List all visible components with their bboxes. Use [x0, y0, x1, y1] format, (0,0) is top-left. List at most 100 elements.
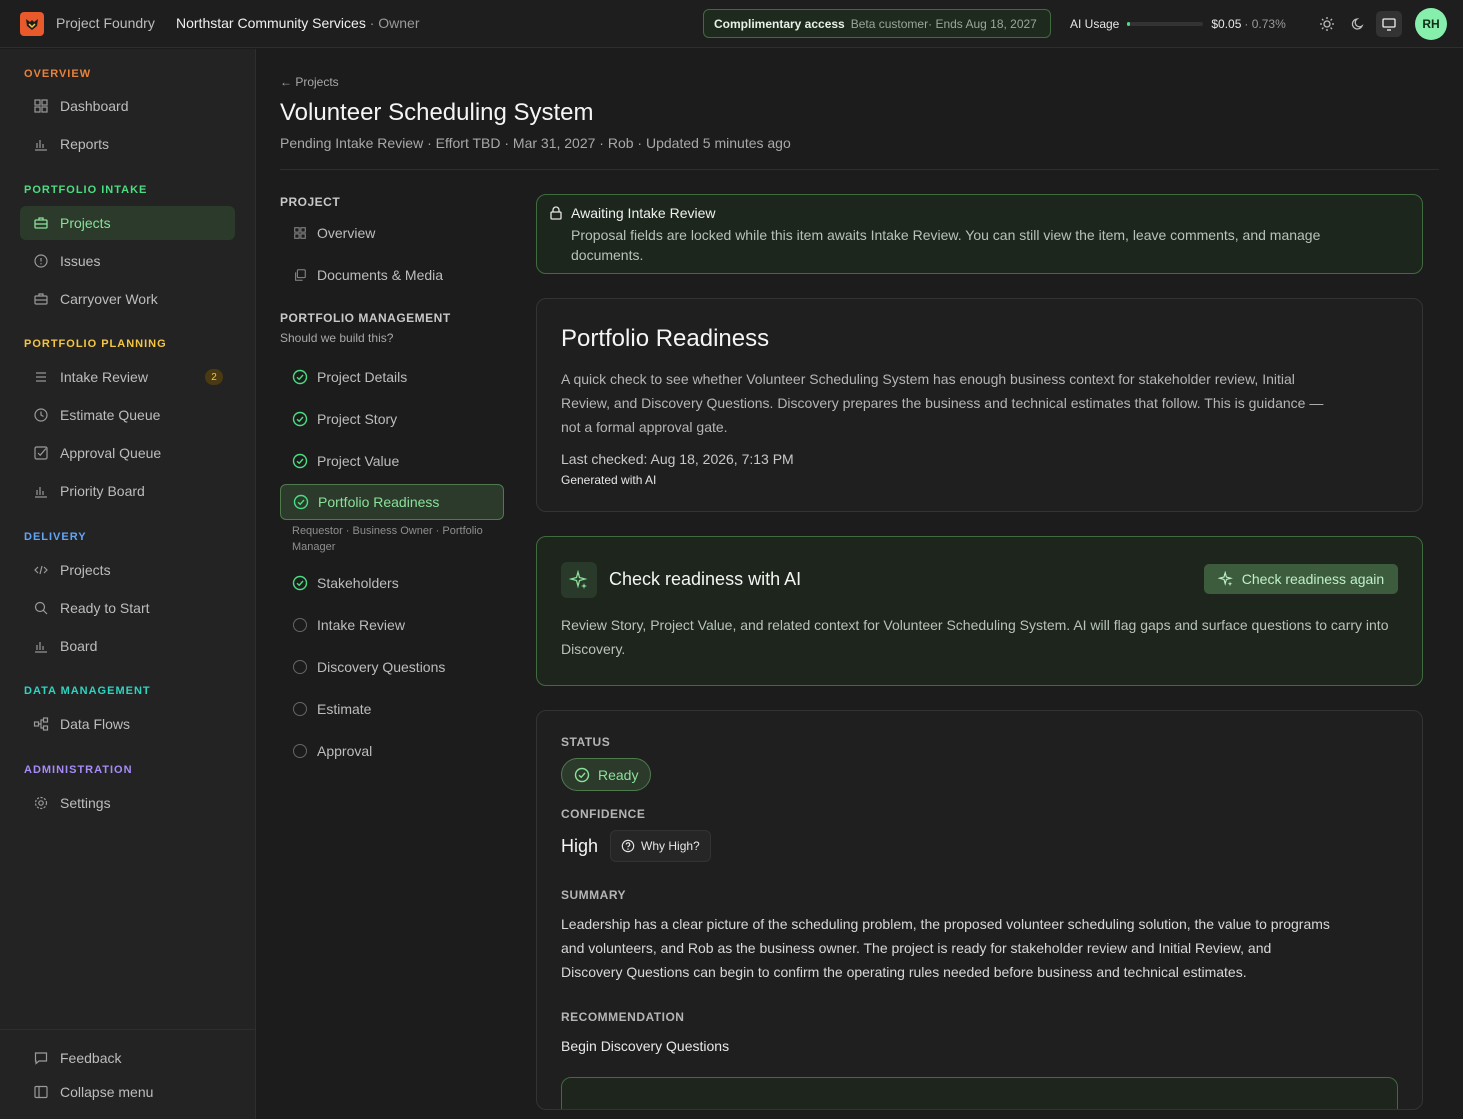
- sidebar-item-label: Settings: [60, 795, 111, 811]
- check-circle-icon: [293, 494, 309, 510]
- fox-logo-icon: [26, 19, 38, 30]
- gear-icon: [32, 794, 50, 812]
- sidebar-item-label: Board: [60, 638, 98, 654]
- tab-documents-media[interactable]: Documents & Media: [280, 257, 504, 293]
- readiness-roles: Requestor · Business Owner · Portfolio M…: [292, 525, 483, 553]
- sidebar-item-label: Projects: [60, 215, 111, 231]
- sidebar-item-reports[interactable]: Reports: [20, 127, 235, 161]
- sidebar-item-delivery-projects[interactable]: Projects: [20, 553, 235, 587]
- sidebar: OVERVIEW Dashboard Reports PORTFOLIO INT…: [0, 49, 256, 1119]
- search-icon: [32, 599, 50, 617]
- ai-usage[interactable]: AI Usage $0.05 · 0.73%: [1062, 9, 1300, 38]
- section-data-management: DATA MANAGEMENT: [24, 685, 151, 697]
- sidebar-item-label: Approval Queue: [60, 445, 162, 461]
- button-label: Why High?: [641, 839, 700, 853]
- tab-label: Stakeholders: [317, 575, 399, 591]
- system-theme-button[interactable]: [1375, 10, 1402, 37]
- sparkle-icon: [1217, 571, 1234, 587]
- page-title: Volunteer Scheduling System: [280, 99, 594, 126]
- user-avatar[interactable]: RH: [1415, 8, 1447, 40]
- access-ends: · Ends Aug 18, 2027: [928, 16, 1037, 31]
- org-switcher[interactable]: Northstar Community Services · Owner: [176, 15, 420, 31]
- sidebar-footer: Feedback Collapse menu: [0, 1029, 255, 1100]
- empty-circle-icon: [292, 617, 308, 633]
- sidebar-item-board[interactable]: Board: [20, 629, 235, 663]
- tab-approval[interactable]: Approval: [280, 733, 504, 769]
- status-value: Ready: [598, 766, 639, 783]
- back-to-projects-link[interactable]: ← Projects: [280, 75, 339, 89]
- subnav-pm-subtitle: Should we build this?: [280, 331, 394, 345]
- checkbox-icon: [32, 444, 50, 462]
- generated-with-ai: Generated with AI: [561, 473, 657, 487]
- next-step-panel: [561, 1077, 1398, 1109]
- confidence-label: CONFIDENCE: [561, 807, 646, 821]
- dark-theme-button[interactable]: [1345, 11, 1371, 37]
- main-content: ← Projects Volunteer Scheduling System P…: [256, 49, 1463, 1119]
- moon-icon: [1351, 17, 1364, 30]
- sidebar-item-projects[interactable]: Projects: [20, 206, 235, 240]
- page-meta: Pending Intake Review · Effort TBD · Mar…: [280, 135, 791, 151]
- ai-check-card: Check readiness with AI Check readiness …: [536, 536, 1423, 686]
- confidence-value: High: [561, 835, 599, 856]
- recommendation-label: RECOMMENDATION: [561, 1010, 685, 1024]
- sidebar-item-issues[interactable]: Issues: [20, 244, 235, 278]
- sidebar-collapse-icon: [32, 1083, 50, 1101]
- section-portfolio-intake: PORTFOLIO INTAKE: [24, 184, 148, 196]
- sidebar-item-label: Priority Board: [60, 483, 145, 499]
- tab-stakeholders[interactable]: Stakeholders: [280, 565, 504, 601]
- summary-label: SUMMARY: [561, 888, 627, 902]
- tab-intake-review[interactable]: Intake Review: [280, 607, 504, 643]
- light-theme-button[interactable]: [1314, 11, 1340, 37]
- sidebar-item-label: Carryover Work: [60, 291, 158, 307]
- tab-label: Documents & Media: [317, 267, 444, 283]
- sidebar-item-label: Projects: [60, 562, 111, 578]
- sidebar-item-ready-to-start[interactable]: Ready to Start: [20, 591, 235, 625]
- check-circle-icon: [292, 453, 308, 469]
- access-label: Complimentary access: [714, 16, 845, 31]
- tab-label: Estimate: [317, 701, 372, 717]
- tab-project-value[interactable]: Project Value: [280, 443, 504, 479]
- sidebar-item-label: Intake Review: [60, 369, 148, 385]
- app-name[interactable]: Project Foundry: [56, 15, 155, 31]
- sidebar-item-label: Collapse menu: [60, 1084, 154, 1100]
- sidebar-item-approval-queue[interactable]: Approval Queue: [20, 436, 235, 470]
- ai-usage-pct: · 0.73%: [1244, 16, 1286, 31]
- briefcase-icon: [32, 214, 50, 232]
- access-pill[interactable]: Complimentary access Beta customer · End…: [703, 9, 1051, 38]
- portfolio-readiness-card: Portfolio Readiness A quick check to see…: [536, 298, 1423, 512]
- ai-check-description: Review Story, Project Value, and related…: [561, 617, 1389, 657]
- tab-project-details[interactable]: Project Details: [280, 359, 504, 395]
- sidebar-item-label: Estimate Queue: [60, 407, 161, 423]
- summary-text: Leadership has a clear picture of the sc…: [561, 916, 1330, 980]
- tab-discovery-questions[interactable]: Discovery Questions: [280, 649, 504, 685]
- readiness-result-card: STATUS Ready CONFIDENCE High Why High? S…: [536, 710, 1423, 1110]
- intake-review-count-badge: 2: [205, 369, 223, 385]
- status-label: STATUS: [561, 735, 611, 749]
- sun-icon: [1320, 16, 1335, 31]
- org-name: Northstar Community Services: [176, 15, 366, 31]
- tab-project-story[interactable]: Project Story: [280, 401, 504, 437]
- sidebar-item-intake-review[interactable]: Intake Review 2: [20, 360, 235, 394]
- tab-estimate[interactable]: Estimate: [280, 691, 504, 727]
- sidebar-item-label: Data Flows: [60, 716, 131, 732]
- why-high-button[interactable]: Why High?: [610, 830, 711, 862]
- tab-overview[interactable]: Overview: [280, 215, 504, 251]
- grid-icon: [32, 97, 50, 115]
- code-icon: [32, 561, 50, 579]
- alert-body: Proposal fields are locked while this it…: [571, 227, 1321, 263]
- sidebar-item-estimate-queue[interactable]: Estimate Queue: [20, 398, 235, 432]
- sidebar-item-label: Ready to Start: [60, 600, 150, 616]
- feedback-button[interactable]: Feedback: [20, 1041, 235, 1075]
- sidebar-item-dashboard[interactable]: Dashboard: [20, 89, 235, 123]
- sidebar-item-carryover-work[interactable]: Carryover Work: [20, 282, 235, 316]
- sidebar-item-priority-board[interactable]: Priority Board: [20, 474, 235, 508]
- collapse-menu-button[interactable]: Collapse menu: [20, 1075, 235, 1109]
- tab-label: Approval: [317, 743, 373, 759]
- app-logo[interactable]: [20, 12, 44, 36]
- tab-portfolio-readiness[interactable]: Portfolio Readiness: [280, 484, 504, 520]
- sidebar-item-data-flows[interactable]: Data Flows: [20, 707, 235, 741]
- empty-circle-icon: [292, 659, 308, 675]
- sidebar-item-settings[interactable]: Settings: [20, 786, 235, 820]
- section-portfolio-planning: PORTFOLIO PLANNING: [24, 338, 167, 350]
- check-readiness-again-button[interactable]: Check readiness again: [1204, 564, 1398, 594]
